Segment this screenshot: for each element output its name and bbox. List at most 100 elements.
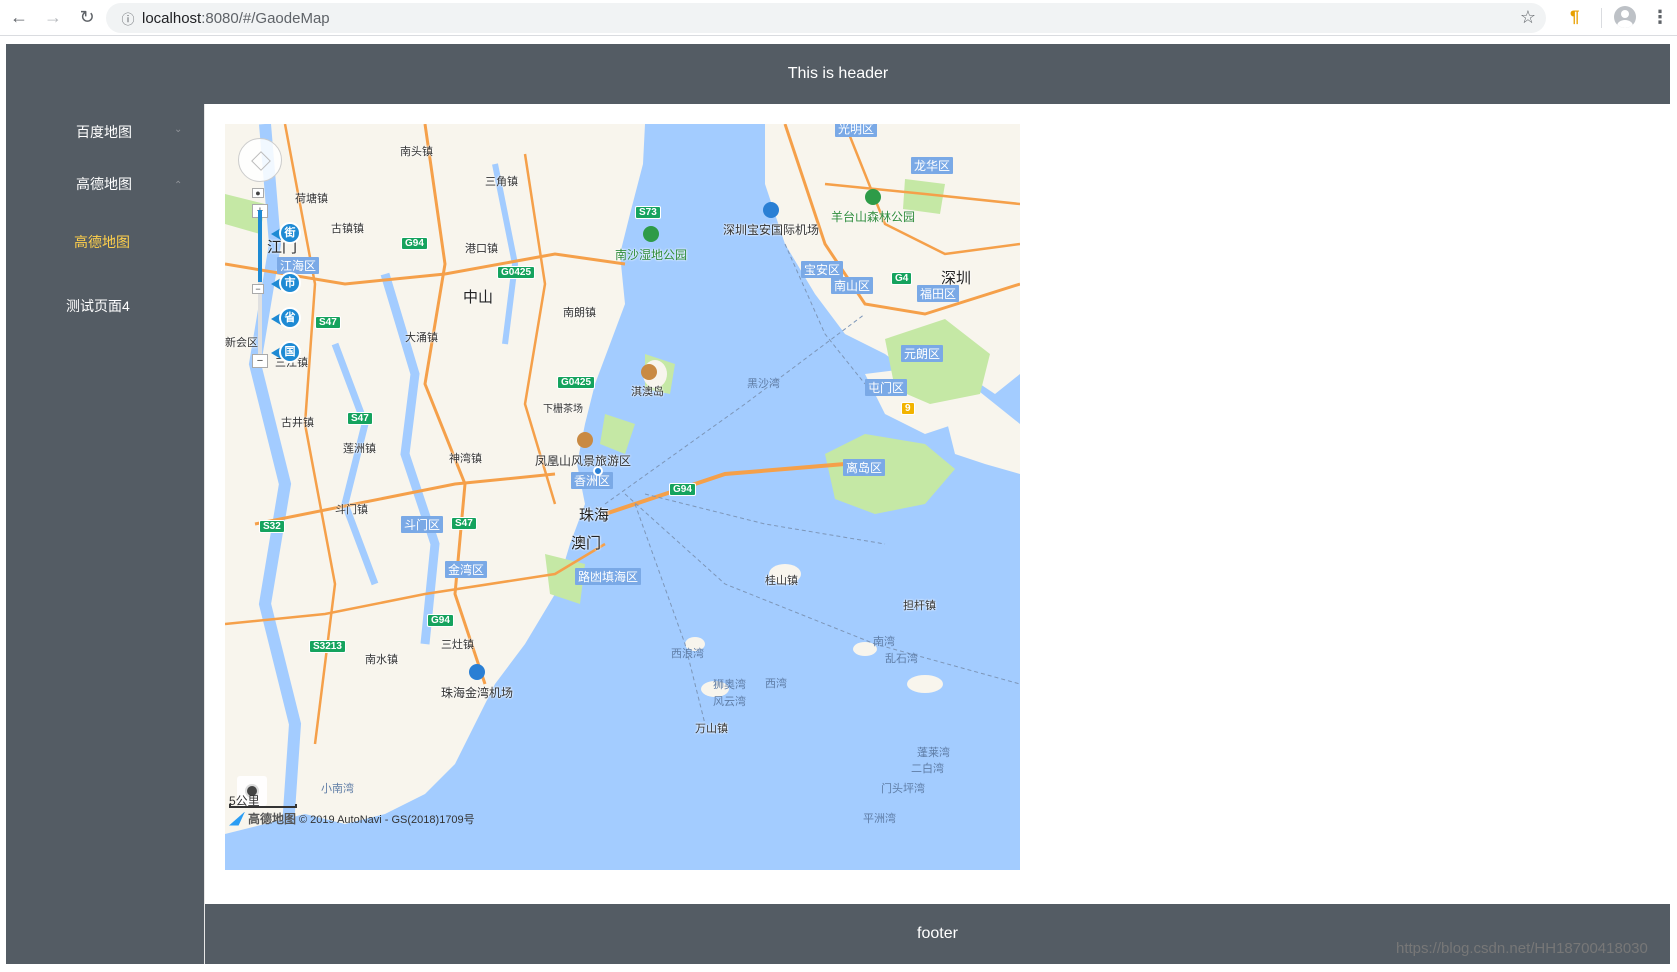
map-label-xiazha: 下栅茶场 — [543, 404, 583, 415]
map-label-fenghuangshan: 凤凰山风景旅游区 — [535, 454, 632, 468]
main-content: 中山 珠海 澳门 深圳 江门 南沙湿地公园 深圳宝安国际机场 羊台山森林公园 淇… — [205, 104, 1670, 904]
map-label-shenzhen-airport: 深圳宝安国际机场 — [723, 223, 820, 237]
map-label-danqian: 担杆镇 — [903, 600, 936, 612]
map-label-nansha-park: 南沙湿地公园 — [615, 248, 688, 262]
map-label-lianzhou: 莲洲镇 — [343, 443, 376, 455]
map-label-nanwan: 南湾 — [873, 636, 895, 648]
district-label-lidao: 离岛区 — [843, 459, 886, 476]
road-shield: G94 — [669, 483, 696, 496]
submenu-item-gaode-map[interactable]: 高德地图 — [6, 217, 205, 267]
map-scale-bar — [229, 804, 297, 808]
scenic-icon — [577, 432, 593, 448]
info-icon[interactable]: ⓘ — [114, 9, 142, 28]
extension-icon[interactable]: ¶ — [1570, 7, 1590, 27]
menu-item-label: 百度地图 — [76, 124, 132, 140]
menu-item-gaode-map[interactable]: 高德地图 ⌃ — [6, 156, 205, 212]
amap-brand: 高德地图 — [248, 812, 297, 826]
map-label-zhuhai: 珠海 — [579, 507, 610, 524]
map-label-shiaowan: 狮奥湾 — [713, 679, 746, 691]
browser-toolbar: ← → ↻ ⓘ localhost:8080/#/GaodeMap ☆ ¶ ⋮ — [0, 0, 1677, 36]
map-label-macau: 澳门 — [571, 535, 602, 552]
road-shield: G4 — [891, 272, 913, 285]
map-label-nanlang: 南朗镇 — [563, 307, 596, 319]
road-shield: G0425 — [557, 376, 596, 389]
gaode-map[interactable]: 中山 珠海 澳门 深圳 江门 南沙湿地公园 深圳宝安国际机场 羊台山森林公园 淇… — [225, 124, 1020, 870]
map-label-heyuan: 荷塘镇 — [295, 193, 328, 205]
zoom-slider[interactable]: ● + − − — [252, 188, 268, 368]
park-icon — [643, 226, 659, 242]
zoom-handle-icon[interactable]: ● — [252, 188, 264, 198]
map-label-qiao-island: 淇澳岛 — [631, 386, 664, 398]
road-shield: S32 — [259, 520, 285, 533]
menu-item-test-page-4[interactable]: 测试页面4 — [6, 278, 205, 334]
url-text[interactable]: localhost:8080/#/GaodeMap — [142, 10, 330, 27]
map-label-sanzao: 三灶镇 — [441, 639, 474, 651]
watermark: https://blog.csdn.net/HH18700418030 — [1396, 940, 1648, 957]
copyright-text: © 2019 AutoNavi - GS(2018)1709号 — [299, 813, 475, 826]
map-label-gujing: 古井镇 — [281, 417, 314, 429]
map-copyright: 高德地图 © 2019 AutoNavi - GS(2018)1709号 — [229, 810, 475, 827]
map-label-guishan: 桂山镇 — [765, 575, 798, 587]
menu-item-label: 测试页面4 — [66, 298, 130, 314]
road-shield: S3213 — [309, 640, 346, 653]
district-label-xiangzhou: 香洲区 — [571, 472, 614, 489]
district-label-longhua: 龙华区 — [911, 157, 954, 174]
back-button[interactable]: ← — [4, 3, 34, 33]
star-icon[interactable]: ☆ — [1520, 7, 1536, 28]
pan-control-icon[interactable] — [238, 138, 282, 182]
road-shield: G94 — [401, 237, 428, 250]
map-label-menutou: 门头坪湾 — [881, 783, 925, 795]
map-label-yangtaishan-park: 羊台山森林公园 — [831, 210, 916, 224]
profile-avatar-icon[interactable] — [1614, 6, 1636, 28]
toolbar-divider — [1601, 8, 1602, 28]
zoom-level-fill — [258, 210, 262, 282]
map-label-nanshui: 南水镇 — [365, 654, 398, 666]
district-label-guangming: 光明区 — [835, 124, 878, 137]
map-label-nantou: 南头镇 — [400, 146, 433, 158]
address-bar[interactable]: ⓘ localhost:8080/#/GaodeMap ☆ — [106, 3, 1546, 33]
map-label-shenwan: 神湾镇 — [449, 453, 482, 465]
road-shield: S47 — [451, 517, 477, 530]
menu-dots-icon[interactable]: ⋮ — [1651, 7, 1669, 27]
header-title: This is header — [787, 65, 889, 82]
zoom-level-province[interactable]: 省 — [271, 305, 301, 331]
map-label-dayong: 大涌镇 — [405, 332, 438, 344]
forward-button[interactable]: → — [38, 3, 68, 33]
zoom-level-street[interactable]: 街 — [271, 220, 301, 246]
footer-title: footer — [917, 925, 958, 942]
district-label-baoan: 宝安区 — [801, 261, 844, 278]
current-location-icon — [593, 466, 603, 476]
district-label-futian: 福田区 — [917, 285, 960, 302]
map-label-xilang: 西浪湾 — [671, 648, 704, 660]
map-label-erbai: 二白湾 — [911, 763, 944, 775]
amap-logo-icon — [229, 811, 245, 826]
menu-item-label: 高德地图 — [76, 176, 132, 192]
map-label-zhuhai-airport: 珠海金湾机场 — [441, 686, 514, 700]
map-label-guzhen: 古镇镇 — [331, 223, 364, 235]
airport-icon — [469, 664, 485, 680]
app-container: This is header 百度地图 ⌄ 高德地图 ⌃ 高德地图 测试页面4 — [6, 44, 1670, 964]
zoom-level-city[interactable]: 市 — [271, 270, 301, 296]
reload-button[interactable]: ↻ — [72, 3, 102, 33]
menu-item-baidu-map[interactable]: 百度地图 ⌄ — [6, 104, 205, 160]
map-label-fengyun: 风云湾 — [713, 696, 746, 708]
zoom-level-country[interactable]: 国 — [271, 339, 301, 365]
chevron-up-icon: ⌃ — [174, 180, 183, 191]
airport-icon — [763, 202, 779, 218]
url-path: :8080/#/GaodeMap — [201, 9, 330, 27]
road-shield: G94 — [427, 614, 454, 627]
map-label-xiwan: 西湾 — [765, 678, 787, 690]
zoom-current-tick[interactable]: − — [252, 284, 264, 294]
map-label-heisha-bay: 黑沙湾 — [747, 378, 780, 390]
map-label-xiaonan: 小南湾 — [321, 783, 354, 795]
map-label-sanjiao: 三角镇 — [485, 176, 518, 188]
district-label-jinwan: 金湾区 — [445, 561, 488, 578]
map-label-zhongshan: 中山 — [463, 289, 494, 306]
chevron-down-icon: ⌄ — [174, 124, 183, 135]
zoom-out-button[interactable]: − — [252, 354, 268, 368]
zoom-level-label: 省 — [279, 307, 301, 329]
map-label-wanshan: 万山镇 — [695, 723, 728, 735]
map-label-gangkou: 港口镇 — [465, 243, 498, 255]
district-label-gaolan: 路凼填海区 — [575, 568, 642, 585]
sidebar: 百度地图 ⌄ 高德地图 ⌃ 高德地图 测试页面4 — [6, 104, 205, 964]
